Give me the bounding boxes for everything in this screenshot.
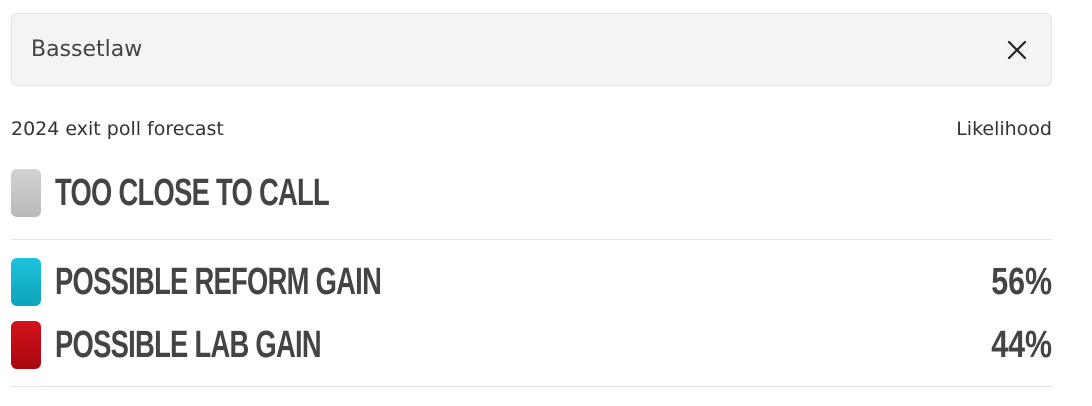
scrollbar-track[interactable]: [1080, 0, 1092, 406]
outcome-label: POSSIBLE REFORM GAIN: [55, 261, 382, 303]
outcome-likelihood: 56%: [991, 261, 1052, 303]
headline-forecast-label: TOO CLOSE TO CALL: [55, 172, 330, 214]
reform-color-swatch: [11, 258, 41, 306]
exit-poll-widget: 2024 exit poll forecast Likelihood TOO C…: [11, 13, 1052, 387]
divider: [11, 239, 1052, 240]
outcome-label: POSSIBLE LAB GAIN: [55, 324, 322, 366]
likelihood-column-header: Likelihood: [956, 118, 1052, 140]
outcome-likelihood: 44%: [991, 324, 1052, 366]
outcome-row-reform: POSSIBLE REFORM GAIN 56%: [11, 258, 1052, 306]
constituency-search-box[interactable]: [11, 13, 1052, 86]
forecast-header: 2024 exit poll forecast Likelihood: [11, 117, 1052, 141]
divider: [11, 386, 1052, 387]
constituency-search-input[interactable]: [31, 14, 931, 85]
headline-forecast-row: TOO CLOSE TO CALL: [11, 169, 1052, 217]
close-icon: [1007, 40, 1027, 60]
lab-color-swatch: [11, 321, 41, 369]
outcome-row-lab: POSSIBLE LAB GAIN 44%: [11, 321, 1052, 369]
clear-search-button[interactable]: [1005, 38, 1029, 62]
headline-color-swatch: [11, 169, 41, 217]
forecast-title: 2024 exit poll forecast: [11, 118, 224, 140]
